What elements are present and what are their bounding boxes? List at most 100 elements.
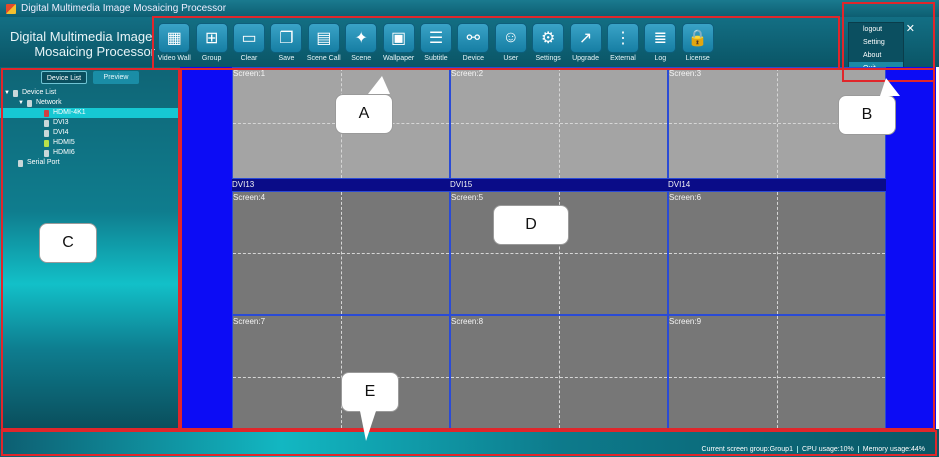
toolbar-button-label: External — [610, 55, 636, 62]
tree-node-hdmi5[interactable]: HDMI5 — [0, 138, 180, 148]
tree-node-hdmi6[interactable]: HDMI6 — [0, 148, 180, 158]
wall-window-label[interactable]: DVI15 — [450, 180, 472, 189]
scene-call-icon: ▤ — [307, 23, 340, 53]
brand: Digital Multimedia Image Mosaicing Proce… — [10, 29, 155, 59]
wallpaper-icon: ▣ — [382, 23, 415, 53]
callout-e-pointer — [360, 411, 376, 441]
toolbar-button-scene[interactable]: ✦ Scene — [344, 23, 379, 67]
tree-node-label: HDMI-4K1 — [53, 109, 86, 116]
tree-node-network[interactable]: ▼ Network — [0, 98, 180, 108]
toolbar-button-save[interactable]: ❐ Save — [269, 23, 304, 67]
screen-6[interactable]: Screen:6 — [668, 191, 886, 315]
canvas-left-margin — [180, 67, 232, 429]
toolbar-button-user[interactable]: ☺ User — [494, 23, 529, 67]
screen-4[interactable]: Screen:4 — [232, 191, 450, 315]
settings-icon: ⚙ — [532, 23, 565, 53]
callout-e: E — [341, 372, 399, 412]
tree-node-dvi3[interactable]: DVI3 — [0, 118, 180, 128]
input-source-icon — [44, 149, 49, 157]
wall-window-label[interactable]: DVI14 — [668, 180, 690, 189]
input-source-icon — [44, 119, 49, 127]
toolbar-button-label: Log — [654, 55, 667, 62]
license-icon: 🔒 — [681, 23, 714, 53]
external-icon: ⋮ — [606, 23, 639, 53]
toolbar-button-label: User — [503, 55, 519, 62]
expand-arrow-icon[interactable]: ▼ — [4, 88, 10, 98]
toolbar-button-device[interactable]: ⚯ Device — [456, 23, 491, 67]
screen-divider-horizontal — [451, 377, 667, 378]
left-panel-tabs: Device List Preview — [0, 67, 180, 84]
tree-node-label: HDMI5 — [53, 139, 75, 146]
folder-icon — [26, 99, 32, 107]
status-group: Current screen group:Group1 — [701, 446, 793, 453]
screen-9[interactable]: Screen:9 — [668, 315, 886, 439]
toolbar-button-external[interactable]: ⋮ External — [606, 23, 641, 67]
tree-node-hdmi-4k1[interactable]: HDMI-4K1 — [0, 108, 180, 118]
clear-icon: ▭ — [233, 23, 266, 53]
device-tree: ▼ Device List ▼ Network HDMI-4K1 DVI3 DVI4 HDMI… — [0, 88, 180, 168]
input-source-icon — [44, 129, 49, 137]
tree-node-label: Device List — [21, 89, 57, 96]
window-title: Digital Multimedia Image Mosaicing Proce… — [21, 3, 227, 14]
status-cpu: CPU usage:10% — [796, 446, 854, 453]
callout-b: B — [838, 95, 896, 135]
brand-line-2: Mosaicing Processor — [34, 44, 155, 59]
screen-label: Screen:1 — [233, 69, 266, 78]
toolbar-button-license[interactable]: 🔒 License — [680, 23, 715, 67]
callout-c: C — [39, 223, 97, 263]
toolbar-button-group[interactable]: ⊞ Group — [194, 23, 229, 67]
video-wall-icon: ▦ — [158, 23, 191, 53]
upgrade-icon: ↗ — [569, 23, 602, 53]
scene-icon: ✦ — [345, 23, 378, 53]
toolbar-button-label: Clear — [240, 55, 258, 62]
toolbar-button-clear[interactable]: ▭ Clear — [232, 23, 267, 67]
screen-label: Screen:2 — [451, 69, 484, 78]
toolbar-button-video-wall[interactable]: ▦ Video Wall — [157, 23, 192, 67]
screen-8[interactable]: Screen:8 — [450, 315, 668, 439]
save-icon: ❐ — [270, 23, 303, 53]
wall-window-label[interactable]: DVI13 — [232, 180, 254, 189]
menu-item-logout[interactable]: logout — [849, 23, 903, 36]
screen-divider-horizontal — [451, 253, 667, 254]
toolbar-button-wallpaper[interactable]: ▣ Wallpaper — [381, 23, 416, 67]
toolbar-button-log[interactable]: ≣ Log — [643, 23, 678, 67]
status-info: Current screen group:Group1 CPU usage:10… — [702, 446, 925, 453]
toolbar-button-upgrade[interactable]: ↗ Upgrade — [568, 23, 603, 67]
toolbar-button-label: Subtitle — [424, 55, 448, 62]
tree-node-serial-port[interactable]: Serial Port — [0, 158, 180, 168]
input-source-icon — [44, 139, 49, 147]
toolbar-button-label: Scene — [351, 55, 372, 62]
input-source-icon — [44, 109, 49, 117]
tree-node-label: DVI3 — [53, 119, 69, 126]
toolbar-button-subtitle[interactable]: ☰ Subtitle — [419, 23, 454, 67]
toolbar-button-label: Group — [201, 55, 222, 62]
device-icon: ⚯ — [457, 23, 490, 53]
callout-b-pointer — [880, 78, 900, 96]
tree-node-dvi4[interactable]: DVI4 — [0, 128, 180, 138]
toolbar: ▦ Video Wall ⊞ Group ▭ Clear ❐ Save ▤ Scene Call ✦… — [157, 23, 718, 67]
tree-node-device-list[interactable]: ▼ Device List — [0, 88, 180, 98]
tab-device-list[interactable]: Device List — [41, 71, 87, 84]
menu-item-about[interactable]: About — [849, 49, 903, 62]
screen-label: Screen:9 — [669, 317, 702, 326]
screen-label: Screen:3 — [669, 69, 702, 78]
callout-a-pointer — [368, 76, 390, 94]
expand-arrow-icon[interactable]: ▼ — [18, 98, 24, 108]
toolbar-button-scene-call[interactable]: ▤ Scene Call — [307, 23, 342, 67]
tree-node-label: DVI4 — [53, 129, 69, 136]
screen-label: Screen:6 — [669, 193, 702, 202]
tree-node-label: Network — [35, 99, 62, 106]
toolbar-button-label: Scene Call — [306, 55, 341, 62]
menu-item-setting[interactable]: Setting — [849, 36, 903, 49]
screen-divider-horizontal — [451, 123, 667, 124]
group-icon: ⊞ — [195, 23, 228, 53]
screen-2[interactable]: Screen:2 — [450, 67, 668, 179]
tab-preview[interactable]: Preview — [93, 71, 139, 84]
video-wall-canvas[interactable]: Screen:1 Screen:2 Screen:3 Screen:4 Screen:5… — [180, 67, 936, 439]
status-bar: Current screen group:Group1 CPU usage:10… — [0, 429, 939, 457]
toolbar-button-settings[interactable]: ⚙ Settings — [531, 23, 566, 67]
close-icon[interactable]: ✕ — [906, 22, 915, 35]
toolbar-button-label: Upgrade — [572, 55, 599, 62]
screen-label: Screen:5 — [451, 193, 484, 202]
folder-icon — [12, 89, 18, 97]
